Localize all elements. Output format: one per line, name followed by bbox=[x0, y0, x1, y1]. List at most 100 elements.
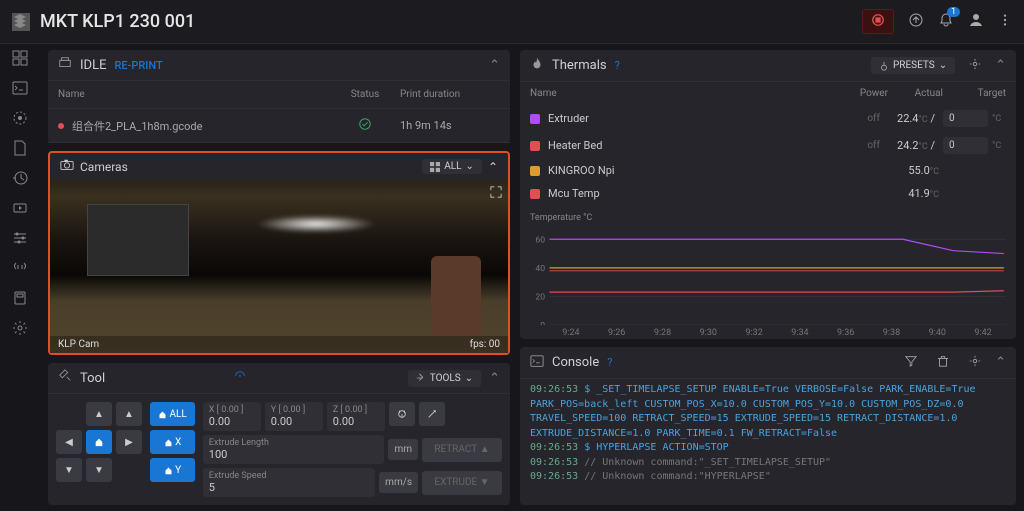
console-settings-icon[interactable] bbox=[963, 353, 987, 372]
info-icon[interactable]: ? bbox=[615, 59, 620, 72]
notifications-icon[interactable]: 1 bbox=[938, 12, 954, 31]
thermal-row[interactable]: Heater Bedoff24.2°C /0°C bbox=[520, 132, 1016, 159]
sidebar bbox=[0, 44, 40, 511]
sidebar-tune-icon[interactable] bbox=[12, 230, 28, 246]
chevron-down-icon: ⌄ bbox=[466, 161, 474, 172]
thermal-row[interactable]: KINGROO Npi 55.0°C bbox=[520, 159, 1016, 182]
collapse-icon[interactable]: ⌃ bbox=[995, 58, 1006, 73]
sidebar-devtools-icon[interactable] bbox=[12, 260, 28, 276]
thermal-target-input[interactable]: 0 bbox=[943, 137, 988, 154]
move-y-neg-button[interactable]: ▼ bbox=[86, 458, 112, 482]
extrude-length-input[interactable]: Extrude Length100 bbox=[203, 435, 385, 464]
sidebar-dashboard-icon[interactable] bbox=[12, 50, 28, 66]
move-z-up-button[interactable]: ▲ bbox=[116, 402, 142, 426]
fire-icon bbox=[530, 57, 544, 75]
camera-panel: Cameras ALL ⌄ ⌃ KLP Cam fps: 00 bbox=[48, 151, 510, 355]
console-filter-icon[interactable] bbox=[899, 353, 923, 372]
app-logo-icon bbox=[12, 13, 30, 31]
info-icon[interactable]: ? bbox=[607, 356, 612, 369]
sidebar-files-icon[interactable] bbox=[12, 140, 28, 156]
series-swatch-icon bbox=[530, 141, 540, 151]
svg-text:40: 40 bbox=[535, 264, 545, 274]
top-bar: MKT KLP1 230 001 1 bbox=[0, 0, 1024, 44]
menu-more-icon[interactable] bbox=[998, 13, 1012, 30]
console-title: Console bbox=[552, 355, 599, 370]
temperature-chart: Temperature °C 0204060 9:249:269:289:309… bbox=[520, 209, 1016, 339]
camera-title: Cameras bbox=[80, 160, 416, 174]
home-all-button[interactable] bbox=[86, 430, 112, 454]
svg-text:20: 20 bbox=[535, 293, 545, 303]
printer-icon bbox=[58, 56, 72, 74]
notification-badge: 1 bbox=[947, 7, 960, 17]
col-name: Name bbox=[58, 89, 330, 100]
motors-off-button[interactable] bbox=[389, 402, 415, 426]
camera-fps: fps: 00 bbox=[470, 339, 500, 350]
job-row[interactable]: 组合件2_PLA_1h8m.gcode 1h 9m 14s bbox=[48, 109, 510, 143]
status-panel: IDLE RE-PRINT ⌃ Name Status Print durati… bbox=[48, 50, 510, 143]
move-x-pos-button[interactable]: ▶ bbox=[116, 430, 142, 454]
move-z-down-button[interactable]: ▼ bbox=[56, 458, 82, 482]
tool-title: Tool bbox=[80, 371, 226, 386]
sidebar-gcode-icon[interactable] bbox=[12, 110, 28, 126]
tools-menu-button[interactable]: TOOLS ⌄ bbox=[408, 370, 481, 387]
reprint-button[interactable]: RE-PRINT bbox=[114, 59, 162, 72]
extrude-speed-unit: mm/s bbox=[379, 472, 418, 493]
collapse-icon[interactable]: ⌃ bbox=[489, 371, 500, 386]
svg-text:0: 0 bbox=[540, 321, 545, 325]
home-all-axes-button[interactable]: ALL bbox=[150, 402, 195, 426]
emergency-stop-button[interactable] bbox=[862, 9, 894, 34]
camera-all-button[interactable]: ALL ⌄ bbox=[422, 159, 482, 174]
console-output[interactable]: 09:26:53 $ _SET_TIMELAPSE_SETUP ENABLE=T… bbox=[520, 379, 1016, 505]
chevron-down-icon: ⌄ bbox=[465, 373, 473, 384]
job-duration: 1h 9m 14s bbox=[400, 119, 500, 132]
camera-icon bbox=[60, 158, 74, 175]
series-swatch-icon bbox=[530, 166, 540, 176]
user-icon[interactable] bbox=[968, 12, 984, 31]
coord-x: X [ 0.00 ]0.00 bbox=[203, 402, 261, 431]
coord-z: Z [ 0.00 ]0.00 bbox=[327, 402, 385, 431]
thermals-panel: Thermals ? PRESETS ⌄ ⌃ Name Power bbox=[520, 50, 1016, 339]
sidebar-history-icon[interactable] bbox=[12, 170, 28, 186]
camera-name: KLP Cam bbox=[58, 339, 99, 350]
upload-icon[interactable] bbox=[908, 12, 924, 31]
job-status-dot-icon bbox=[58, 123, 64, 129]
header-actions: 1 bbox=[862, 9, 1012, 34]
adjust-z-button[interactable] bbox=[419, 402, 445, 426]
printer-state: IDLE bbox=[80, 58, 106, 73]
thermal-row[interactable]: Mcu Temp41.9°C bbox=[520, 182, 1016, 205]
retract-button[interactable]: RETRACT ▲ bbox=[422, 438, 502, 462]
thermal-name: Heater Bed bbox=[548, 139, 840, 152]
collapse-icon[interactable]: ⌃ bbox=[995, 355, 1006, 370]
console-icon bbox=[530, 354, 544, 372]
page-title: MKT KLP1 230 001 bbox=[40, 11, 862, 32]
camera-feed[interactable]: KLP Cam fps: 00 bbox=[50, 180, 508, 353]
extrude-speed-input[interactable]: Extrude Speed5 bbox=[203, 468, 375, 497]
sidebar-timelapse-icon[interactable] bbox=[12, 200, 28, 216]
move-y-pos-button[interactable]: ▲ bbox=[86, 402, 112, 426]
thermal-actual: 55.0°C bbox=[884, 164, 939, 177]
collapse-icon[interactable]: ⌃ bbox=[488, 160, 498, 174]
thermal-power: off bbox=[840, 140, 880, 151]
sidebar-machine-icon[interactable] bbox=[12, 290, 28, 306]
bed-mesh-icon[interactable] bbox=[234, 370, 246, 386]
collapse-icon[interactable]: ⌃ bbox=[489, 58, 500, 73]
home-y-button[interactable]: Y bbox=[150, 458, 195, 482]
home-x-button[interactable]: X bbox=[150, 430, 195, 454]
presets-button[interactable]: PRESETS ⌄ bbox=[871, 57, 955, 74]
series-swatch-icon bbox=[530, 114, 540, 124]
thermals-settings-icon[interactable] bbox=[963, 56, 987, 75]
job-success-icon bbox=[330, 117, 400, 134]
extrude-button[interactable]: EXTRUDE ▼ bbox=[422, 471, 502, 495]
sidebar-console-icon[interactable] bbox=[12, 80, 28, 96]
move-x-neg-button[interactable]: ◀ bbox=[56, 430, 82, 454]
job-name: 组合件2_PLA_1h8m.gcode bbox=[72, 118, 202, 134]
sidebar-settings-icon[interactable] bbox=[12, 320, 28, 336]
thermal-name: KINGROO Npi bbox=[548, 164, 844, 177]
thermal-target-input[interactable]: 0 bbox=[943, 110, 988, 127]
fullscreen-icon[interactable] bbox=[488, 184, 504, 203]
console-clear-icon[interactable] bbox=[931, 353, 955, 372]
thermal-actual: 24.2°C / bbox=[880, 139, 935, 152]
coord-y: Y [ 0.00 ]0.00 bbox=[265, 402, 323, 431]
thermal-row[interactable]: Extruderoff22.4°C /0°C bbox=[520, 105, 1016, 132]
svg-text:60: 60 bbox=[535, 236, 545, 246]
